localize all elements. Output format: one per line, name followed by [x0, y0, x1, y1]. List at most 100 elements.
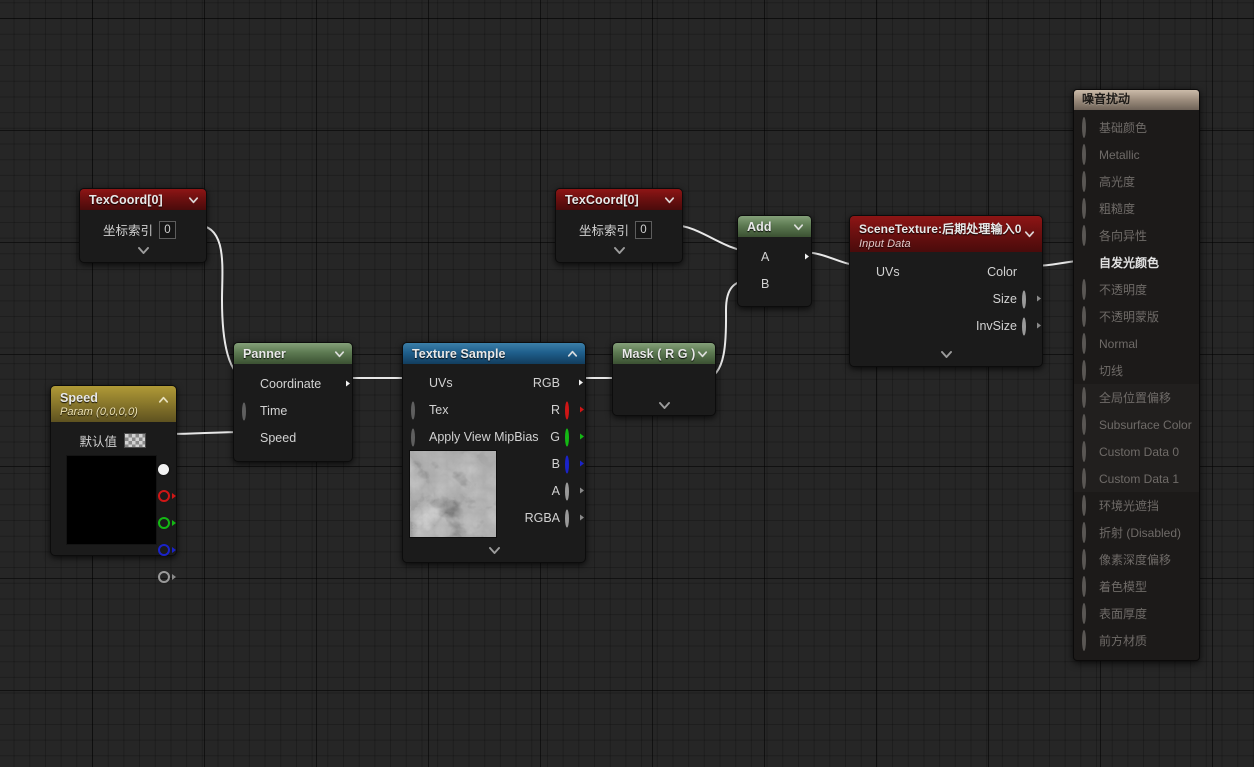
pin-icon[interactable]	[1082, 521, 1086, 543]
expand-node-caret[interactable]	[556, 243, 682, 258]
expand-node-caret[interactable]	[80, 243, 206, 258]
output-pin[interactable]	[695, 375, 708, 388]
chevron-down-icon[interactable]	[188, 194, 199, 205]
output-pin-g[interactable]	[565, 428, 584, 446]
output-pin-color[interactable]	[1022, 265, 1035, 278]
output-pin-rgba[interactable]	[158, 456, 169, 483]
material-pin-surface-thickness[interactable]: 表面厚度	[1074, 600, 1199, 627]
expand-node-caret[interactable]	[850, 347, 1042, 362]
input-pin-speed[interactable]	[242, 431, 255, 444]
pin-icon[interactable]	[1082, 440, 1086, 462]
pin-icon[interactable]	[1082, 332, 1086, 354]
material-pin-custom-data-0[interactable]: Custom Data 0	[1074, 438, 1199, 465]
material-pin-anisotropy[interactable]: 各向异性	[1074, 222, 1199, 249]
coord-index-label: 坐标索引	[578, 224, 629, 238]
output-pin[interactable]	[186, 223, 199, 236]
material-pin-roughness[interactable]: 粗糙度	[1074, 195, 1199, 222]
collapse-node-caret[interactable]	[403, 543, 585, 558]
input-pin[interactable]	[621, 375, 634, 388]
pin-label: Subsurface Color	[1099, 417, 1192, 432]
chevron-down-icon[interactable]	[334, 348, 345, 359]
pin-icon[interactable]	[1082, 170, 1086, 192]
input-pin-coordinate[interactable]	[242, 377, 255, 390]
input-pin-b[interactable]	[746, 277, 759, 290]
output-pin-b[interactable]	[158, 536, 176, 563]
output-pin-invsize[interactable]	[1022, 317, 1041, 335]
material-pin-specular[interactable]: 高光度	[1074, 168, 1199, 195]
pin-icon[interactable]	[1082, 575, 1086, 597]
pin-icon[interactable]	[1082, 116, 1086, 138]
material-graph-canvas[interactable]: TexCoord[0] 坐标索引 0 Speed Param (0,0,0,0)	[0, 0, 1254, 767]
chevron-up-icon[interactable]	[158, 395, 169, 406]
input-pin-tex[interactable]	[411, 401, 424, 419]
output-pin-b[interactable]	[565, 455, 584, 473]
chevron-down-icon[interactable]	[664, 194, 675, 205]
pin-icon[interactable]	[1082, 278, 1086, 300]
input-pin-a[interactable]	[746, 250, 759, 263]
material-pin-refraction[interactable]: 折射 (Disabled)	[1074, 519, 1199, 546]
material-pin-world-position-offset[interactable]: 全局位置偏移	[1074, 384, 1199, 411]
material-pin-pixel-depth-offset[interactable]: 像素深度偏移	[1074, 546, 1199, 573]
node-texcoord-2[interactable]: TexCoord[0] 坐标索引 0	[555, 188, 683, 263]
node-mask[interactable]: Mask ( R G )	[612, 342, 716, 416]
output-pin-g[interactable]	[158, 509, 176, 536]
pin-icon[interactable]	[1082, 467, 1086, 489]
pin-icon[interactable]	[1082, 548, 1086, 570]
pin-icon[interactable]	[1082, 197, 1086, 219]
coord-index-row: 坐标索引 0	[80, 216, 206, 243]
material-pin-emissive-color[interactable]: 自发光颜色	[1074, 249, 1199, 276]
output-pin-r[interactable]	[565, 401, 584, 419]
pin-label: 前方材质	[1099, 634, 1148, 648]
material-pin-custom-data-1[interactable]: Custom Data 1	[1074, 465, 1199, 492]
output-pin[interactable]	[791, 250, 809, 263]
pin-icon[interactable]	[1082, 305, 1086, 327]
output-pin-a[interactable]	[158, 563, 176, 590]
chevron-up-icon[interactable]	[567, 348, 578, 359]
pin-icon[interactable]	[1082, 359, 1086, 381]
checkerboard-swatch[interactable]	[124, 432, 146, 448]
expand-node-caret[interactable]	[613, 398, 715, 413]
node-panner[interactable]: Panner Coordinate Time Speed	[233, 342, 353, 462]
pin-icon[interactable]	[1082, 413, 1086, 435]
chevron-down-icon[interactable]	[793, 221, 804, 232]
input-pin-uvs[interactable]	[411, 376, 424, 389]
pin-icon[interactable]	[1082, 386, 1086, 408]
input-pin-uvs[interactable]	[858, 265, 871, 278]
material-pin-normal[interactable]: Normal	[1074, 330, 1199, 357]
node-texcoord-1[interactable]: TexCoord[0] 坐标索引 0	[79, 188, 207, 263]
node-material-output[interactable]: 噪音扰动 基础颜色 Metallic 高光度 粗糙度 各向异性 自发光颜色 不透…	[1073, 89, 1200, 661]
output-pin[interactable]	[662, 223, 675, 236]
input-pin-apply-view-mipbias[interactable]	[411, 428, 424, 446]
material-pin-ambient-occlusion[interactable]: 环境光遮挡	[1074, 492, 1199, 519]
pin-icon[interactable]	[1082, 494, 1086, 516]
pin-icon[interactable]	[1082, 629, 1086, 651]
material-pin-front-material[interactable]: 前方材质	[1074, 627, 1199, 654]
node-texture-sample[interactable]: Texture Sample UVs RGB Tex R Apply View …	[402, 342, 586, 563]
output-pin-rgba[interactable]	[565, 509, 584, 527]
material-pin-opacity-mask[interactable]: 不透明蒙版	[1074, 303, 1199, 330]
material-pin-tangent[interactable]: 切线	[1074, 357, 1199, 384]
pin-icon[interactable]	[1082, 143, 1086, 165]
pin-icon[interactable]	[1082, 224, 1086, 246]
output-pin-rgb[interactable]	[565, 376, 583, 389]
pin-icon[interactable]	[1082, 602, 1086, 624]
output-pin-size[interactable]	[1022, 290, 1041, 308]
output-pin[interactable]	[332, 377, 350, 390]
material-pin-base-color[interactable]: 基础颜色	[1074, 114, 1199, 141]
node-speed-param[interactable]: Speed Param (0,0,0,0) 默认值	[50, 385, 177, 583]
pin-row-rgba: RGBA	[403, 504, 585, 531]
chevron-down-icon[interactable]	[697, 348, 708, 359]
input-pin-time[interactable]	[242, 402, 255, 420]
material-pin-shading-model[interactable]: 着色模型	[1074, 573, 1199, 600]
chevron-down-icon[interactable]	[1024, 229, 1035, 240]
material-pin-subsurface-color[interactable]: Subsurface Color	[1074, 411, 1199, 438]
pin-label: 全局位置偏移	[1099, 391, 1172, 405]
material-pin-opacity[interactable]: 不透明度	[1074, 276, 1199, 303]
material-pin-metallic[interactable]: Metallic	[1074, 141, 1199, 168]
output-pin-a[interactable]	[565, 482, 584, 500]
coord-index-input[interactable]: 0	[159, 220, 176, 239]
node-add[interactable]: Add A B	[737, 215, 812, 307]
output-pin-r[interactable]	[158, 482, 176, 509]
coord-index-input[interactable]: 0	[635, 220, 652, 239]
node-scene-texture[interactable]: SceneTexture:后期处理输入0 Input Data UVs Colo…	[849, 215, 1043, 367]
